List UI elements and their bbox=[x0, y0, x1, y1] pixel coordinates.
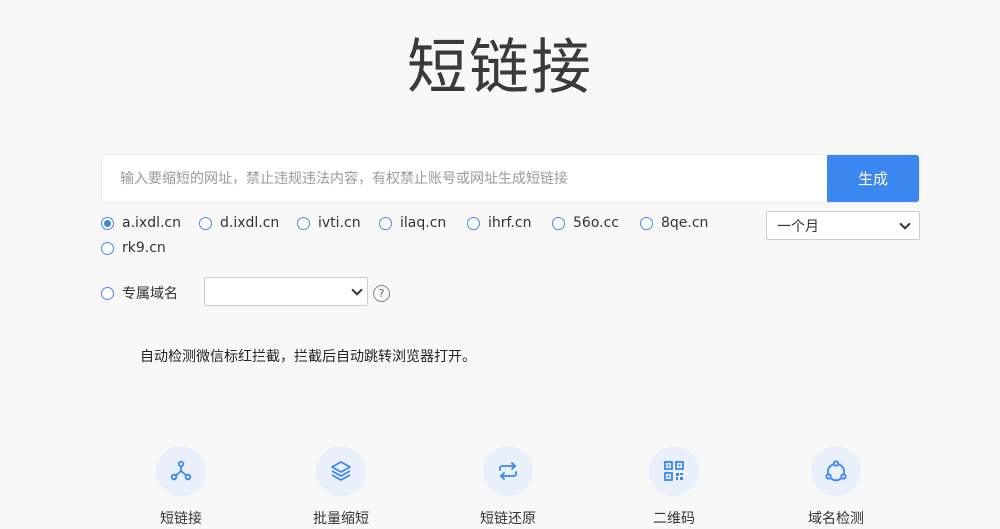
radio-icon[interactable] bbox=[199, 216, 212, 230]
radio-icon[interactable] bbox=[640, 216, 653, 230]
layers-icon bbox=[316, 446, 366, 496]
domain-label: 56o.cc bbox=[573, 215, 619, 231]
domain-label: ivti.cn bbox=[318, 215, 361, 231]
feature-label: 域名检测 bbox=[808, 511, 864, 527]
feature-qrcode[interactable]: 二维码 bbox=[624, 446, 724, 528]
custom-domain-option[interactable]: 专属域名 bbox=[101, 283, 178, 303]
feature-batch-shorten[interactable]: 批量缩短 bbox=[291, 446, 391, 528]
page-title: 短链接 bbox=[407, 33, 593, 103]
wechat-notice: 自动检测微信标红拦截，拦截后自动跳转浏览器打开。 bbox=[140, 349, 476, 365]
domain-option-8qe[interactable]: 8qe.cn bbox=[640, 215, 708, 231]
domain-label: d.ixdl.cn bbox=[220, 215, 280, 231]
domain-option-a-ixdl[interactable]: a.ixdl.cn bbox=[101, 215, 181, 231]
url-shortener-form: 生成 bbox=[101, 154, 920, 203]
domain-option-ilaq[interactable]: ilaq.cn bbox=[379, 215, 446, 231]
qrcode-icon bbox=[649, 446, 699, 496]
radio-checked-icon[interactable] bbox=[101, 216, 114, 230]
radio-icon[interactable] bbox=[379, 216, 392, 230]
feature-domain-check[interactable]: 域名检测 bbox=[786, 446, 886, 528]
feature-label: 批量缩短 bbox=[313, 511, 369, 527]
feature-restore-link[interactable]: 短链还原 bbox=[458, 446, 558, 528]
domain-label: 8qe.cn bbox=[661, 215, 709, 231]
radio-icon[interactable] bbox=[467, 216, 480, 230]
custom-domain-select[interactable] bbox=[204, 277, 368, 306]
repeat-icon bbox=[483, 446, 533, 496]
feature-short-link[interactable]: 短链接 bbox=[131, 446, 231, 528]
help-icon[interactable]: ? bbox=[373, 285, 390, 302]
feature-label: 二维码 bbox=[653, 511, 695, 527]
domain-label: ilaq.cn bbox=[400, 215, 447, 231]
share-nodes-icon bbox=[156, 446, 206, 496]
custom-domain-label: 专属域名 bbox=[122, 286, 178, 302]
domain-label: rk9.cn bbox=[122, 240, 166, 256]
domain-label: ihrf.cn bbox=[488, 215, 532, 231]
feature-label: 短链还原 bbox=[480, 511, 536, 527]
validity-period-select[interactable]: 一个月 bbox=[766, 211, 920, 240]
domain-option-ihrf[interactable]: ihrf.cn bbox=[467, 215, 531, 231]
radio-icon[interactable] bbox=[552, 216, 565, 230]
chevron-down-icon bbox=[899, 217, 911, 230]
generate-button[interactable]: 生成 bbox=[827, 155, 919, 202]
cycle-nodes-icon bbox=[811, 446, 861, 496]
radio-icon[interactable] bbox=[297, 216, 310, 230]
domain-option-ivti[interactable]: ivti.cn bbox=[297, 215, 361, 231]
domain-label: a.ixdl.cn bbox=[122, 215, 182, 231]
domain-option-d-ixdl[interactable]: d.ixdl.cn bbox=[199, 215, 279, 231]
domain-option-56o[interactable]: 56o.cc bbox=[552, 215, 619, 231]
domain-option-rk9[interactable]: rk9.cn bbox=[101, 240, 166, 256]
chevron-down-icon bbox=[351, 283, 363, 296]
feature-label: 短链接 bbox=[160, 511, 202, 527]
period-selected-value: 一个月 bbox=[777, 218, 819, 235]
radio-icon[interactable] bbox=[101, 241, 114, 255]
radio-icon[interactable] bbox=[101, 286, 114, 300]
url-input[interactable] bbox=[102, 155, 827, 202]
